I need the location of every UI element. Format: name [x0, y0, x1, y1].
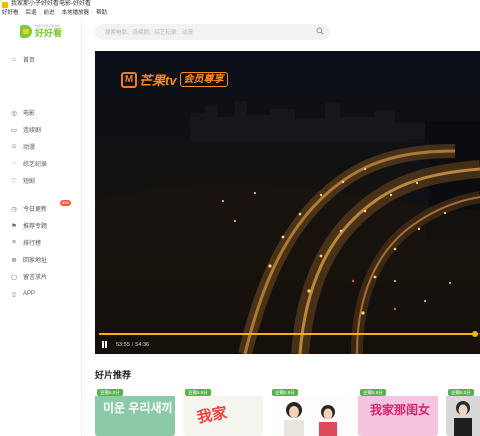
- video-frame: [95, 51, 480, 354]
- brand-vip-label: 会员尊享: [179, 72, 228, 87]
- sidebar-item-label: 综艺纪录: [23, 162, 48, 168]
- nav-group-main: ⌂ 首页: [0, 51, 82, 68]
- poster: 我家: [183, 396, 263, 436]
- nav-group-categories: ◎ 电影 ▭ 连续剧 ☺ 动漫 ◌ 综艺纪录 ♡ 短剧: [0, 104, 82, 189]
- douban-score: 豆瓣5.9分: [360, 389, 386, 396]
- logo-mark-icon: [20, 24, 32, 38]
- window-title-bar: 我家那小子好好看电影-好好看: [0, 0, 480, 9]
- menu-item-back[interactable]: 后退: [26, 9, 37, 18]
- sidebar-item-label: 回家地址: [23, 258, 48, 264]
- sidebar-item-app[interactable]: ▯ APP: [0, 285, 82, 302]
- tv-icon: ▭: [10, 126, 18, 134]
- sidebar-item-label: 动漫: [23, 145, 36, 151]
- sidebar-item-label: 首页: [23, 58, 36, 64]
- menu-item-forward[interactable]: 前进: [44, 9, 55, 18]
- heart-icon: ♡: [11, 177, 17, 185]
- progress-bar[interactable]: [99, 331, 480, 337]
- sidebar-item-anime[interactable]: ☺ 动漫: [0, 138, 82, 155]
- home-icon: ⌂: [12, 56, 16, 63]
- message-icon: ▢: [10, 273, 18, 281]
- sidebar-item-series[interactable]: ▭ 连续剧: [0, 121, 82, 138]
- duration: 54:36: [135, 341, 150, 348]
- variety-icon: ◌: [12, 160, 16, 167]
- movie-card[interactable]: 我家那闺女 豆瓣5.9分: [358, 387, 438, 436]
- movie-card[interactable]: 豆瓣5.9分: [270, 387, 350, 436]
- sidebar-item-variety[interactable]: ◌ 综艺纪录: [0, 155, 82, 172]
- poster: 미운 우리새끼: [95, 396, 175, 436]
- time-separator: /: [131, 341, 134, 348]
- search-icon[interactable]: [316, 27, 324, 35]
- sidebar-item-rankings[interactable]: ≡ 排行榜: [0, 234, 82, 251]
- sidebar: HAOHAOKAN 好好看 ⌂ 首页 ◎ 电影 ▭ 连续剧 ☺ 动漫 ◌ 综艺纪…: [0, 18, 82, 436]
- sidebar-item-short-drama[interactable]: ♡ 短剧: [0, 172, 82, 189]
- movie-card[interactable]: 豆瓣6.0分: [446, 387, 480, 436]
- progress-knob[interactable]: [472, 331, 479, 337]
- sidebar-item-label: 推荐专题: [23, 224, 48, 230]
- home-link-icon: ⊕: [11, 256, 17, 264]
- sidebar-item-label: 今日更新: [23, 207, 48, 213]
- video-player[interactable]: M 芒果tv 会员尊享 53:55 / 54:36: [95, 51, 480, 354]
- sidebar-item-movies[interactable]: ◎ 电影: [0, 104, 82, 121]
- poster-image: [284, 402, 337, 436]
- sidebar-item-home[interactable]: ⌂ 首页: [0, 51, 82, 68]
- nav-group-extra: ◷ 今日更新 999 ⚑ 推荐专题 ≡ 排行榜 ⊕ 回家地址 ▢ 留言求片 ▯ …: [0, 200, 82, 302]
- player-controls: 53:55 / 54:36: [101, 341, 149, 348]
- poster-title: 미운 우리새끼: [103, 401, 173, 415]
- clock-icon: ◷: [11, 205, 17, 213]
- logo-text: HAOHAOKAN 好好看: [35, 24, 62, 38]
- douban-score: 豆瓣6.8分: [97, 389, 123, 396]
- douban-score: 豆瓣5.9分: [272, 389, 298, 396]
- search-bar[interactable]: 搜索电影、连续剧、综艺纪录、动漫: [95, 24, 330, 40]
- window-title: 我家那小子好好看电影-好好看: [11, 1, 91, 7]
- poster-image: [454, 401, 472, 436]
- flag-icon: ⚑: [11, 222, 17, 230]
- chart-icon: ≡: [12, 239, 16, 246]
- sidebar-item-label: 短剧: [23, 179, 36, 185]
- menu-item-haohaokan[interactable]: 好好看: [2, 9, 19, 18]
- pause-icon[interactable]: [101, 341, 108, 348]
- brand-watermark: M 芒果tv 会员尊享: [121, 70, 228, 89]
- logo-title: 好好看: [35, 28, 63, 38]
- menu-bar: 好好看 后退 前进 本地播放器 帮助: [0, 9, 480, 18]
- app-icon: [2, 1, 8, 8]
- poster-title: 我家那闺女: [370, 403, 431, 417]
- search-input[interactable]: 搜索电影、连续剧、综艺纪录、动漫: [105, 28, 193, 36]
- sidebar-item-label: 电影: [23, 111, 36, 117]
- mango-logo-icon: M: [121, 71, 137, 88]
- movie-card[interactable]: 我家 豆瓣5.9分: [183, 387, 263, 436]
- poster: [446, 396, 480, 436]
- progress-fill: [99, 333, 476, 335]
- anime-icon: ☺: [10, 143, 18, 150]
- sidebar-item-label: 排行榜: [23, 241, 42, 247]
- section-title: 好片推荐: [95, 370, 132, 380]
- sidebar-item-label: 连续剧: [23, 128, 42, 134]
- menu-item-local-player[interactable]: 本地播放器: [62, 9, 90, 18]
- movie-card[interactable]: 미운 우리새끼 豆瓣6.8分: [95, 387, 175, 436]
- recommend-list: 미운 우리새끼 豆瓣6.8分 我家 豆瓣5.9分 豆瓣5.9分 我家那闺女 豆瓣…: [95, 387, 480, 436]
- updates-badge: 999: [60, 200, 71, 206]
- poster: [270, 396, 350, 436]
- menu-item-help[interactable]: 帮助: [96, 9, 107, 18]
- douban-score: 豆瓣6.0分: [448, 389, 474, 396]
- sidebar-item-home-address[interactable]: ⊕ 回家地址: [0, 251, 82, 268]
- poster: 我家那闺女: [358, 396, 438, 436]
- douban-score: 豆瓣5.9分: [185, 389, 211, 396]
- sidebar-item-topics[interactable]: ⚑ 推荐专题: [0, 217, 82, 234]
- sidebar-item-label: 留言求片: [23, 275, 48, 281]
- sidebar-item-label: APP: [23, 290, 36, 297]
- poster-title: 我家: [195, 404, 229, 427]
- brand-name: 芒果tv: [139, 73, 177, 88]
- phone-icon: ▯: [12, 290, 16, 298]
- sidebar-item-today-updates[interactable]: ◷ 今日更新 999: [0, 200, 82, 217]
- current-time: 53:55: [116, 341, 130, 348]
- film-icon: ◎: [11, 109, 17, 117]
- logo[interactable]: HAOHAOKAN 好好看: [20, 24, 62, 38]
- sidebar-item-request[interactable]: ▢ 留言求片: [0, 268, 82, 285]
